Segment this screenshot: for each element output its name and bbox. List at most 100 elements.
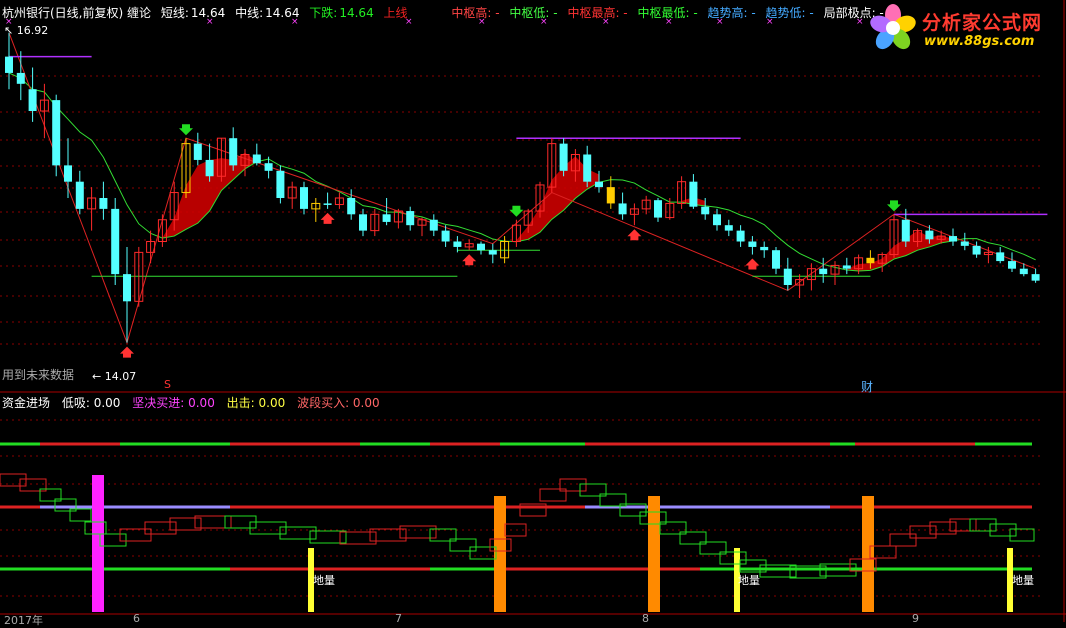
candle bbox=[323, 192, 332, 209]
candle bbox=[205, 143, 214, 182]
oscillator-box bbox=[399, 525, 437, 539]
candle-body bbox=[5, 56, 13, 73]
candle-body bbox=[1019, 268, 1028, 275]
trend-low: 趋势低: - bbox=[765, 6, 814, 20]
candle bbox=[477, 241, 485, 255]
candle bbox=[75, 170, 84, 215]
candle-body bbox=[28, 89, 37, 111]
candle-body bbox=[453, 241, 462, 247]
candle-body bbox=[52, 100, 61, 166]
candle bbox=[559, 138, 568, 177]
x-axis-month-4: 9 bbox=[912, 612, 919, 625]
oscillator-box bbox=[969, 518, 997, 532]
zs-low: 中枢低: - bbox=[509, 6, 558, 20]
candle-body bbox=[276, 170, 285, 198]
candle-body bbox=[736, 230, 745, 242]
candle bbox=[334, 192, 344, 209]
high-price-value: 16.92 bbox=[16, 24, 49, 37]
oscillator-box bbox=[1009, 528, 1035, 542]
header-bar: 杭州银行(日线,前复权) 缠论 短线: 14.64 中线: 14.64 下跌: 14.… bbox=[2, 4, 890, 21]
low-arrow-icon: ← bbox=[92, 370, 102, 383]
candle bbox=[842, 257, 851, 275]
candle bbox=[1031, 268, 1040, 283]
site-logo[interactable]: 分析家公式网 www.88gs.com bbox=[866, 2, 1064, 54]
candle-body bbox=[75, 181, 84, 209]
candle-body bbox=[99, 198, 108, 209]
chart-canvas[interactable]: × × × × × × × × × × × bbox=[0, 0, 1066, 622]
candle-body bbox=[441, 230, 450, 242]
candle-body bbox=[866, 257, 875, 264]
candle bbox=[677, 176, 687, 209]
oscillator-box bbox=[889, 533, 917, 547]
exit-label: 出击: 0.00 bbox=[226, 396, 286, 410]
candle bbox=[28, 67, 37, 122]
wealth-marker: 财 bbox=[861, 380, 874, 394]
candle-body bbox=[724, 225, 733, 231]
candle bbox=[99, 181, 108, 220]
candle-body bbox=[1031, 274, 1040, 281]
candle-body bbox=[606, 187, 615, 204]
candle bbox=[783, 257, 792, 291]
candle bbox=[1008, 252, 1016, 272]
candle bbox=[229, 127, 238, 171]
candle bbox=[134, 246, 144, 307]
sell-arrow-icon bbox=[887, 200, 901, 212]
candle-body bbox=[748, 241, 757, 247]
oscillator-box bbox=[909, 525, 937, 539]
candle-body bbox=[559, 143, 568, 171]
candle-body bbox=[123, 274, 131, 302]
fund-in-bar bbox=[92, 475, 104, 612]
candle bbox=[654, 198, 662, 222]
candle bbox=[39, 83, 49, 139]
candle-body bbox=[901, 219, 910, 242]
x-axis-year: 2017年 bbox=[4, 614, 43, 627]
candle-body bbox=[972, 245, 981, 255]
oscillator-box bbox=[144, 521, 177, 535]
candle bbox=[949, 228, 957, 246]
candle-body bbox=[701, 206, 710, 215]
short-line-value: 14.64 bbox=[190, 6, 226, 20]
indicator-header: 资金进场 低吸: 0.00 坚决买进: 0.00 出击: 0.00 波段买入: … bbox=[2, 394, 388, 411]
candle bbox=[370, 208, 380, 237]
candle bbox=[736, 225, 745, 247]
buy-arrow-icon bbox=[120, 346, 134, 358]
candle-body bbox=[583, 154, 592, 182]
oscillator-box bbox=[369, 528, 407, 542]
x-axis-month-1: 6 bbox=[133, 612, 140, 625]
candle-body bbox=[488, 250, 497, 255]
firm-buy-bar bbox=[648, 496, 660, 612]
candle-body bbox=[1008, 261, 1016, 269]
candle bbox=[359, 208, 367, 237]
land-volume-label-3: 地量 bbox=[1012, 574, 1034, 587]
oscillator-box bbox=[469, 546, 497, 560]
down-value: 14.64 bbox=[339, 6, 374, 20]
candle-body bbox=[205, 159, 214, 177]
candle bbox=[300, 181, 308, 215]
zs-max: 中枢最高: - bbox=[567, 6, 628, 20]
zs-min: 中枢最低: - bbox=[637, 6, 698, 20]
candle bbox=[960, 232, 969, 251]
candle bbox=[665, 198, 675, 220]
land-volume-label-2: 地量 bbox=[738, 574, 760, 587]
fund-in-label: 资金进场 bbox=[2, 396, 51, 410]
candle bbox=[795, 274, 805, 299]
candle bbox=[583, 145, 592, 188]
candle-body bbox=[429, 219, 438, 231]
s-marker: S bbox=[164, 378, 171, 391]
sell-arrow-icon bbox=[179, 124, 193, 136]
candle bbox=[146, 230, 156, 264]
candle-body bbox=[252, 154, 261, 164]
candle-body bbox=[229, 138, 238, 166]
zs-high: 中枢高: - bbox=[451, 6, 500, 20]
candle-body bbox=[819, 268, 828, 275]
short-line-label: 短线: bbox=[160, 6, 189, 20]
candle-body bbox=[772, 250, 780, 269]
x-axis-month-3: 8 bbox=[642, 612, 649, 625]
low-buy-label: 低吸: 0.00 bbox=[61, 396, 121, 410]
candle bbox=[772, 246, 780, 275]
candle bbox=[464, 239, 474, 251]
low-price-label: ← 14.07 bbox=[92, 370, 136, 383]
candle-body bbox=[382, 214, 391, 222]
logo-url: www.88gs.com bbox=[924, 34, 1035, 49]
sell-arrow-icon bbox=[509, 205, 524, 217]
